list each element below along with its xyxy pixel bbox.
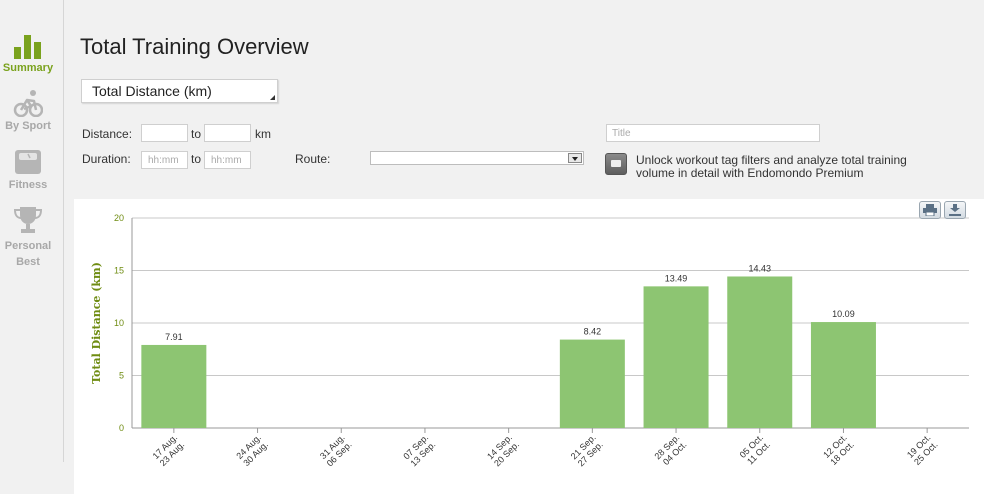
duration-max-input[interactable]: hh:mm <box>204 151 251 169</box>
x-tick-label: 07 Sep.13 Sep. <box>401 432 437 468</box>
print-button[interactable] <box>919 201 941 219</box>
x-tick-label: 14 Sep.20 Sep. <box>485 432 521 468</box>
x-tick-label: 12 Oct.18 Oct. <box>821 432 856 467</box>
distance-label: Distance: <box>82 127 133 141</box>
page-title: Total Training Overview <box>80 34 309 59</box>
x-tick-label: 17 Aug.23 Aug. <box>151 432 187 468</box>
y-tick-label: 10 <box>114 318 124 328</box>
bar <box>810 322 876 428</box>
side-navigation: Summary By Sport Fitness Personal Best <box>0 0 64 462</box>
distance-unit-label: km <box>255 127 271 141</box>
x-tick-label: 28 Sep.04 Oct. <box>652 432 688 468</box>
cyclist-icon <box>13 90 43 117</box>
nav-summary[interactable]: Summary <box>0 33 56 74</box>
route-dropdown[interactable] <box>370 151 584 165</box>
bar <box>141 344 207 428</box>
nav-personal-best-label-1: Personal <box>4 240 52 252</box>
y-axis-title: Total Distance (km) <box>90 262 103 384</box>
printer-icon <box>923 204 937 216</box>
y-tick-label: 0 <box>119 423 124 433</box>
download-button[interactable] <box>944 201 966 219</box>
y-tick-label: 15 <box>114 266 124 276</box>
download-icon <box>949 204 961 216</box>
dropdown-corner-icon <box>270 95 275 100</box>
y-tick-label: 5 <box>119 371 124 381</box>
title-filter-input[interactable]: Title <box>606 124 820 142</box>
nav-by-sport-label: By Sport <box>5 120 51 132</box>
x-tick-label: 21 Sep.27 Sep. <box>569 432 605 468</box>
bar <box>727 276 793 428</box>
metric-dropdown-value: Total Distance (km) <box>92 83 212 99</box>
nav-by-sport[interactable]: By Sport <box>0 89 56 132</box>
x-tick-label: 19 Oct.25 Oct. <box>905 432 940 467</box>
chart-panel: 0 5 10 15 20 Total Distance (km) 7.91 17 Aug.23… <box>74 199 984 494</box>
nav-personal-best-label-2: Best <box>16 256 40 268</box>
bar-value-label: 10.09 <box>832 309 855 319</box>
distance-max-input[interactable] <box>204 124 251 142</box>
nav-summary-label: Summary <box>2 62 54 74</box>
bar-value-label: 13.49 <box>665 273 688 283</box>
distance-bar-chart: 0 5 10 15 20 Total Distance (km) 7.91 17 Aug.23… <box>90 213 969 468</box>
nav-fitness-label: Fitness <box>8 179 48 191</box>
x-tick-label: 24 Aug.30 Aug. <box>234 432 270 468</box>
premium-promo-text[interactable]: Unlock workout tag filters and analyze t… <box>636 154 936 180</box>
duration-min-input[interactable]: hh:mm <box>141 151 188 169</box>
bar <box>643 286 709 428</box>
bar-value-label: 14.43 <box>748 263 771 273</box>
nav-fitness[interactable]: Fitness <box>0 148 56 191</box>
trophy-icon <box>13 207 43 233</box>
bar-value-label: 8.42 <box>584 327 602 337</box>
nav-personal-best[interactable]: Personal Best <box>0 205 56 270</box>
distance-to-label: to <box>191 127 202 141</box>
scale-icon <box>15 150 41 174</box>
bar <box>559 339 625 428</box>
x-tick-label: 31 Aug.06 Sep. <box>318 432 354 468</box>
bar-chart-icon <box>14 35 41 59</box>
duration-to-label: to <box>191 152 202 166</box>
premium-icon[interactable] <box>605 153 627 175</box>
route-label: Route: <box>295 152 331 166</box>
metric-dropdown[interactable]: Total Distance (km) <box>81 79 278 103</box>
duration-label: Duration: <box>82 152 131 166</box>
bar-value-label: 7.91 <box>165 332 183 342</box>
distance-min-input[interactable] <box>141 124 188 142</box>
y-tick-label: 20 <box>114 213 124 223</box>
x-tick-label: 05 Oct.11 Oct. <box>738 432 773 467</box>
chevron-down-icon[interactable] <box>568 153 582 163</box>
